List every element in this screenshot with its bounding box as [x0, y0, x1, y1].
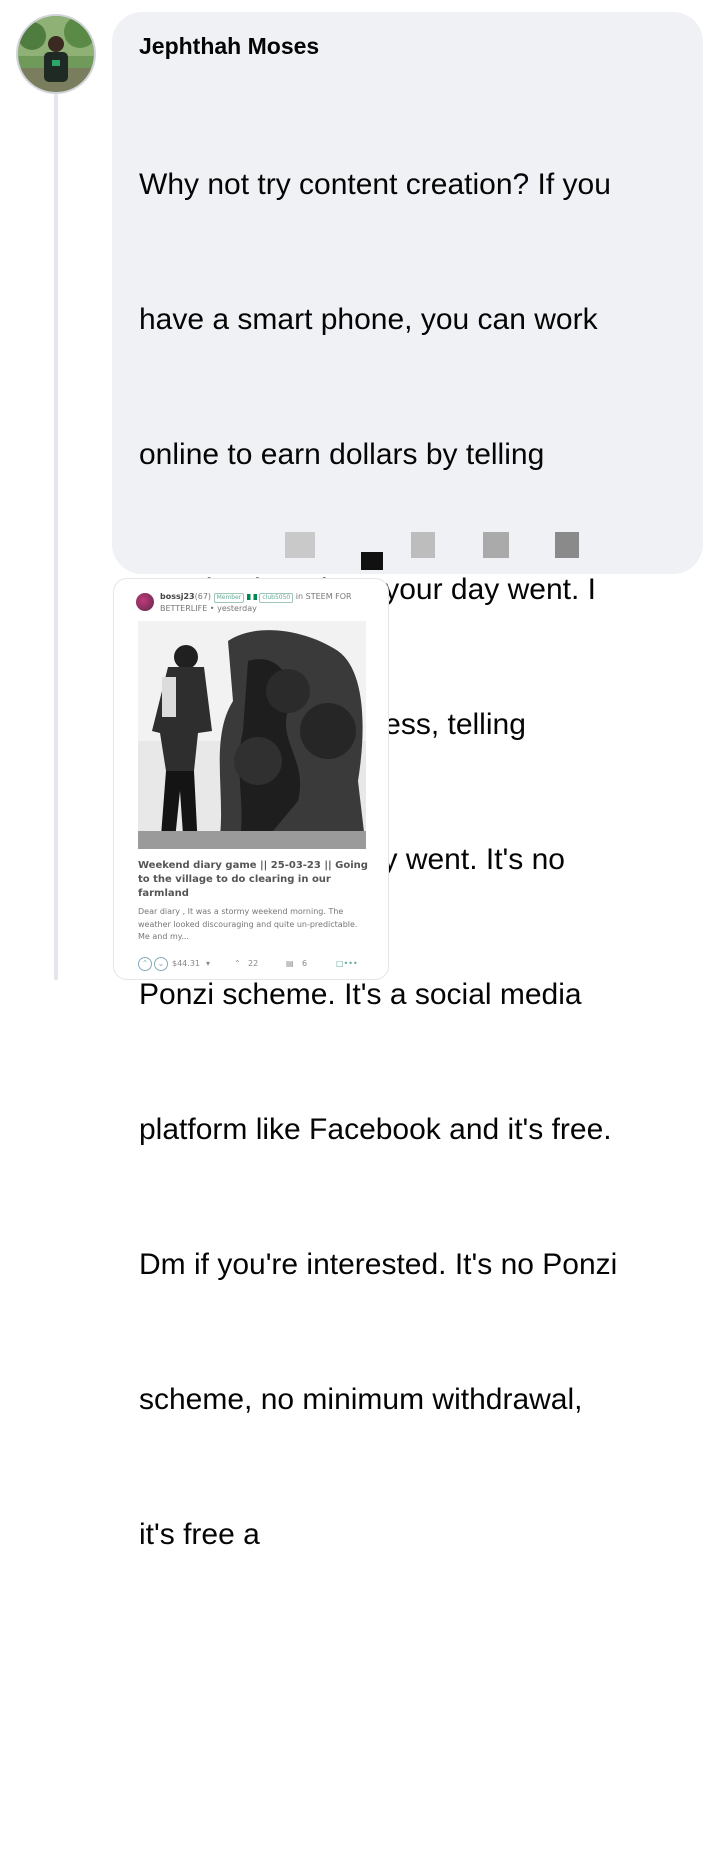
- member-badge: Member: [213, 593, 245, 603]
- post-title: Weekend diary game || 25-03-23 || Going …: [138, 860, 368, 899]
- comment-line: Why not try content creation? If you: [139, 168, 611, 201]
- chevron-down-icon: ▾: [206, 959, 211, 968]
- post-votes-count: 22: [248, 959, 259, 968]
- commenter-avatar[interactable]: [16, 14, 96, 94]
- post-author-reputation: (67): [194, 592, 212, 601]
- post-author: bossj23: [160, 592, 195, 601]
- comment-line: scheme, no minimum withdrawal,: [139, 1383, 583, 1416]
- redaction-block: [361, 552, 383, 570]
- redaction-block: [483, 532, 509, 558]
- comment-line: Dm if you're interested. It's no Ponzi: [139, 1248, 618, 1281]
- redaction-block: [555, 532, 579, 558]
- post-comments-count: 6: [302, 959, 308, 968]
- post-time: yesterday: [217, 604, 257, 613]
- reblog-icon: □•••: [336, 959, 358, 968]
- comment-bubble: Jephthah Moses Why not try content creat…: [112, 12, 703, 1551]
- comment-line: it's free a: [139, 1518, 260, 1551]
- post-footer: ⌃ ⌄ $44.31 ▾ ⌃ 22 ▤ 6 □•••: [138, 957, 378, 971]
- downvote-icon[interactable]: ⌄: [154, 957, 168, 971]
- post-payout: $44.31: [172, 959, 200, 968]
- thread-line: [54, 94, 58, 980]
- comment-line: have a smart phone, you can work: [139, 303, 598, 336]
- comments-icon: ▤: [286, 959, 294, 968]
- redaction-block: [411, 532, 435, 558]
- nigeria-flag-icon: [246, 593, 257, 600]
- comment-line: platform like Facebook and it's free.: [139, 1113, 612, 1146]
- post-header: bossj23(67) Member club5050 in STEEM FOR…: [136, 591, 376, 614]
- redaction-block: [285, 532, 315, 558]
- post-author-avatar: [136, 593, 154, 611]
- post-excerpt: Dear diary , It was a stormy weekend mor…: [138, 907, 358, 941]
- votes-icon: ⌃: [234, 959, 241, 968]
- comment-author-name[interactable]: Jephthah Moses: [139, 32, 679, 60]
- comment-line: online to earn dollars by telling: [139, 438, 545, 471]
- shared-post-screenshot[interactable]: bossj23(67) Member club5050 in STEEM FOR…: [113, 578, 389, 980]
- club-badge: club5050: [259, 593, 294, 603]
- upvote-icon[interactable]: ⌃: [138, 957, 152, 971]
- post-photo: [138, 621, 366, 849]
